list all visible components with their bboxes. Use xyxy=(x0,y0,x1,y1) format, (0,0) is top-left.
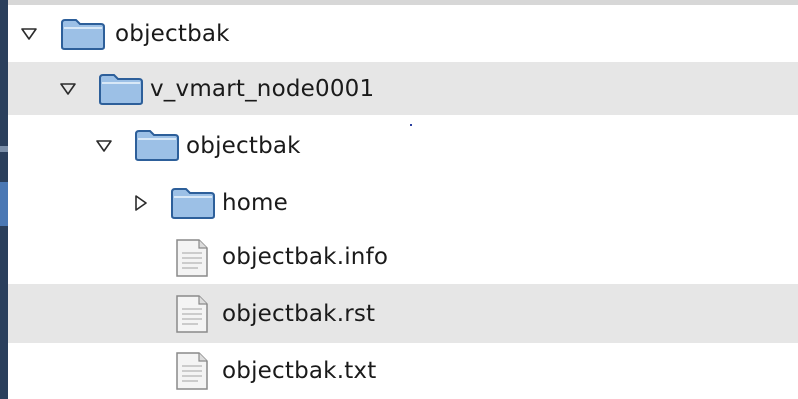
stray-pixel xyxy=(410,124,412,126)
tree-row[interactable]: objectbak xyxy=(8,115,798,177)
folder-icon xyxy=(135,130,179,161)
file-icon xyxy=(176,352,208,390)
tree-item-label: home xyxy=(222,190,289,216)
file-icon xyxy=(176,295,208,333)
window-edge-notch xyxy=(0,146,8,152)
tree-item-label: objectbak.txt xyxy=(222,358,377,384)
tree-row[interactable]: v_vmart_node0001 xyxy=(8,62,798,115)
tree-row[interactable]: objectbak.rst xyxy=(8,284,798,343)
triangle-down-icon[interactable] xyxy=(95,137,113,155)
tree-row[interactable]: home xyxy=(8,177,798,229)
folder-icon xyxy=(61,19,105,50)
tree-row[interactable]: objectbak.info xyxy=(8,229,798,284)
tree-row[interactable]: objectbak xyxy=(8,5,798,62)
folder-icon xyxy=(99,74,143,105)
tree-item-label: objectbak.rst xyxy=(222,300,376,327)
file-icon xyxy=(176,239,208,277)
triangle-right-icon[interactable] xyxy=(132,194,150,212)
window-edge-handle[interactable] xyxy=(0,182,8,226)
tree-row[interactable]: objectbak.txt xyxy=(8,343,798,399)
tree-item-label: objectbak xyxy=(186,133,301,159)
file-tree: objectbak v_vmart_node0001 objectbak hom… xyxy=(8,5,798,399)
triangle-down-icon[interactable] xyxy=(20,25,38,43)
tree-item-label: objectbak xyxy=(115,20,230,47)
folder-icon xyxy=(171,188,215,219)
triangle-down-icon[interactable] xyxy=(59,80,77,98)
tree-item-label: v_vmart_node0001 xyxy=(150,75,375,102)
tree-item-label: objectbak.info xyxy=(222,243,389,270)
